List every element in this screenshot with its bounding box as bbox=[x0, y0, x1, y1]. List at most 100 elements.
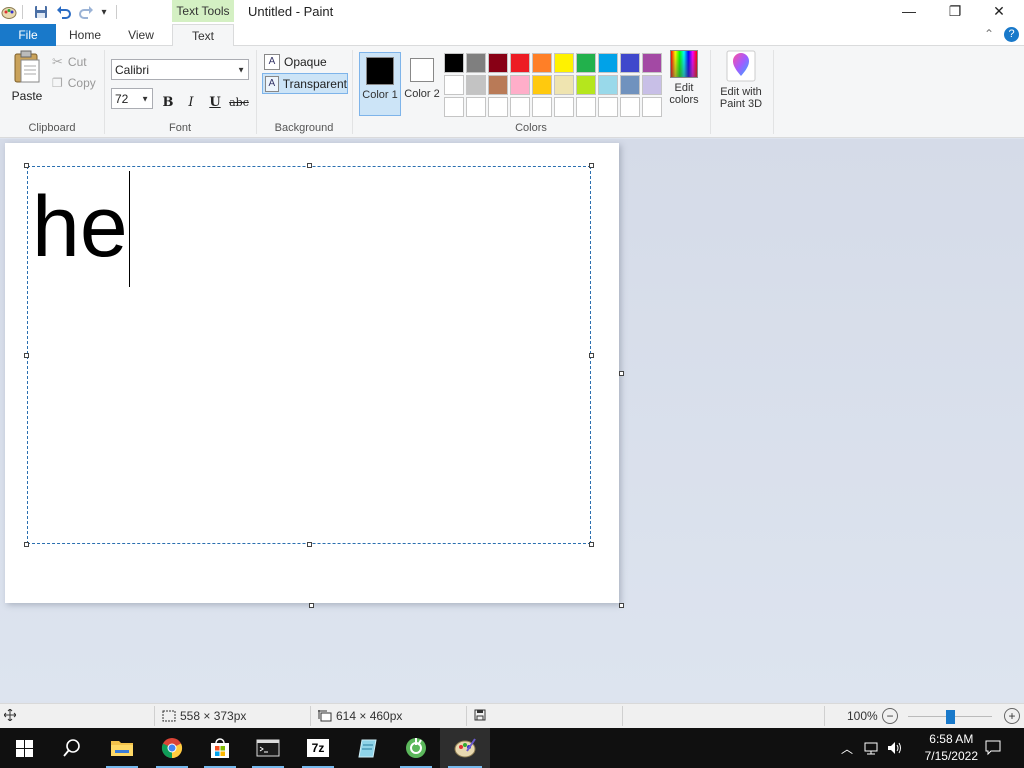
resize-handle[interactable] bbox=[24, 353, 29, 358]
close-button[interactable]: ✕ bbox=[976, 0, 1022, 22]
palette-color-swatch[interactable] bbox=[642, 53, 662, 73]
palette-color-swatch[interactable] bbox=[576, 75, 596, 95]
clock-date: 7/15/2022 bbox=[924, 749, 978, 763]
cut-label: Cut bbox=[67, 55, 87, 69]
font-family-dropdown[interactable]: Calibri ▼ bbox=[111, 59, 249, 80]
copy-label: Copy bbox=[67, 76, 96, 90]
palette-color-swatch[interactable] bbox=[576, 53, 596, 73]
italic-button[interactable]: I bbox=[181, 92, 201, 112]
paint-taskbar[interactable] bbox=[440, 728, 490, 768]
palette-color-swatch[interactable] bbox=[488, 53, 508, 73]
palette-color-swatch[interactable] bbox=[642, 75, 662, 95]
palette-color-swatch[interactable] bbox=[444, 75, 464, 95]
palette-color-swatch[interactable] bbox=[444, 53, 464, 73]
tab-text[interactable]: Text bbox=[172, 24, 234, 47]
underline-button[interactable]: U bbox=[205, 92, 225, 112]
palette-color-swatch[interactable] bbox=[466, 53, 486, 73]
palette-color-swatch[interactable] bbox=[642, 97, 662, 117]
palette-color-swatch[interactable] bbox=[510, 53, 530, 73]
edit-colors-button[interactable]: Edit colors bbox=[664, 50, 704, 106]
typed-text[interactable]: he bbox=[32, 177, 128, 277]
palette-color-swatch[interactable] bbox=[488, 97, 508, 117]
palette-color-swatch[interactable] bbox=[510, 97, 530, 117]
copy-button[interactable]: ❐ Copy bbox=[52, 76, 96, 90]
resize-handle[interactable] bbox=[24, 542, 29, 547]
resize-handle[interactable] bbox=[589, 353, 594, 358]
canvas-resize-handle[interactable] bbox=[309, 603, 314, 608]
canvas-resize-handle[interactable] bbox=[619, 371, 624, 376]
font-size-dropdown[interactable]: 72 ▼ bbox=[111, 88, 153, 109]
palette-color-swatch[interactable] bbox=[620, 53, 640, 73]
drawing-canvas[interactable]: he bbox=[5, 143, 619, 603]
minimize-button[interactable]: — bbox=[886, 0, 932, 22]
bold-button[interactable]: B bbox=[158, 92, 178, 112]
collapse-ribbon-icon[interactable]: ⌃ bbox=[984, 27, 994, 41]
status-divider bbox=[622, 706, 623, 726]
zoom-in-button[interactable]: + bbox=[1004, 708, 1020, 724]
search-button[interactable] bbox=[48, 728, 96, 768]
file-explorer-taskbar[interactable] bbox=[98, 728, 146, 768]
text-box[interactable]: he bbox=[24, 163, 594, 547]
network-icon[interactable] bbox=[860, 728, 882, 768]
system-clock[interactable]: 6:58 AM 7/15/2022 bbox=[925, 731, 978, 765]
microsoft-store-taskbar[interactable] bbox=[196, 728, 244, 768]
chrome-taskbar[interactable] bbox=[148, 728, 196, 768]
customize-quick-access-icon[interactable]: ▾ bbox=[98, 3, 110, 21]
copy-icon: ❐ bbox=[52, 76, 63, 90]
maximize-button[interactable]: ❐ bbox=[932, 0, 978, 22]
7zip-taskbar[interactable]: 7z bbox=[294, 728, 342, 768]
color2-selector[interactable]: Color 2 bbox=[404, 52, 440, 116]
color1-selector[interactable]: Color 1 bbox=[359, 52, 401, 116]
palette-color-swatch[interactable] bbox=[598, 53, 618, 73]
tab-home[interactable]: Home bbox=[60, 24, 110, 46]
save-icon[interactable] bbox=[32, 3, 50, 21]
resize-handle[interactable] bbox=[307, 163, 312, 168]
resize-handle[interactable] bbox=[589, 163, 594, 168]
tab-view[interactable]: View bbox=[118, 24, 164, 46]
resize-handle[interactable] bbox=[307, 542, 312, 547]
volume-icon[interactable] bbox=[884, 728, 906, 768]
strikethrough-button[interactable]: abc bbox=[227, 92, 251, 112]
transparent-icon: A bbox=[265, 75, 279, 92]
canvas-resize-handle[interactable] bbox=[619, 603, 624, 608]
palette-color-swatch[interactable] bbox=[598, 75, 618, 95]
start-button[interactable] bbox=[0, 728, 48, 768]
palette-color-swatch[interactable] bbox=[532, 97, 552, 117]
edit-with-paint3d-button[interactable]: Edit with Paint 3D bbox=[714, 50, 768, 110]
palette-color-swatch[interactable] bbox=[554, 75, 574, 95]
paste-button[interactable]: Paste bbox=[8, 50, 46, 102]
action-center-button[interactable] bbox=[976, 728, 1010, 768]
palette-color-swatch[interactable] bbox=[576, 97, 596, 117]
palette-color-swatch[interactable] bbox=[554, 53, 574, 73]
paste-label: Paste bbox=[11, 89, 43, 103]
cut-button[interactable]: ✂ Cut bbox=[52, 54, 87, 70]
palette-color-swatch[interactable] bbox=[466, 97, 486, 117]
greenshot-taskbar[interactable] bbox=[392, 728, 440, 768]
palette-color-swatch[interactable] bbox=[510, 75, 530, 95]
undo-icon[interactable] bbox=[55, 3, 73, 21]
palette-color-swatch[interactable] bbox=[444, 97, 464, 117]
redo-icon[interactable] bbox=[77, 3, 95, 21]
palette-color-swatch[interactable] bbox=[620, 97, 640, 117]
transparent-button[interactable]: A Transparent bbox=[262, 73, 348, 94]
palette-color-swatch[interactable] bbox=[554, 97, 574, 117]
zoom-out-button[interactable]: − bbox=[882, 708, 898, 724]
paint3d-icon bbox=[726, 50, 756, 82]
resize-handle[interactable] bbox=[24, 163, 29, 168]
resize-handle[interactable] bbox=[589, 542, 594, 547]
palette-color-swatch[interactable] bbox=[620, 75, 640, 95]
palette-color-swatch[interactable] bbox=[598, 97, 618, 117]
zoom-slider-thumb[interactable] bbox=[946, 710, 955, 724]
palette-color-swatch[interactable] bbox=[488, 75, 508, 95]
palette-color-swatch[interactable] bbox=[466, 75, 486, 95]
opaque-button[interactable]: A Opaque bbox=[262, 51, 348, 72]
palette-color-swatch[interactable] bbox=[532, 53, 552, 73]
zoom-level: 100% bbox=[847, 709, 878, 723]
paint-app-icon[interactable] bbox=[0, 3, 18, 21]
help-icon[interactable]: ? bbox=[1004, 27, 1019, 42]
notepad-taskbar[interactable] bbox=[344, 728, 392, 768]
show-hidden-icons-button[interactable]: ︿ bbox=[836, 728, 858, 768]
tab-file[interactable]: File bbox=[0, 24, 56, 46]
palette-color-swatch[interactable] bbox=[532, 75, 552, 95]
terminal-taskbar[interactable] bbox=[244, 728, 292, 768]
